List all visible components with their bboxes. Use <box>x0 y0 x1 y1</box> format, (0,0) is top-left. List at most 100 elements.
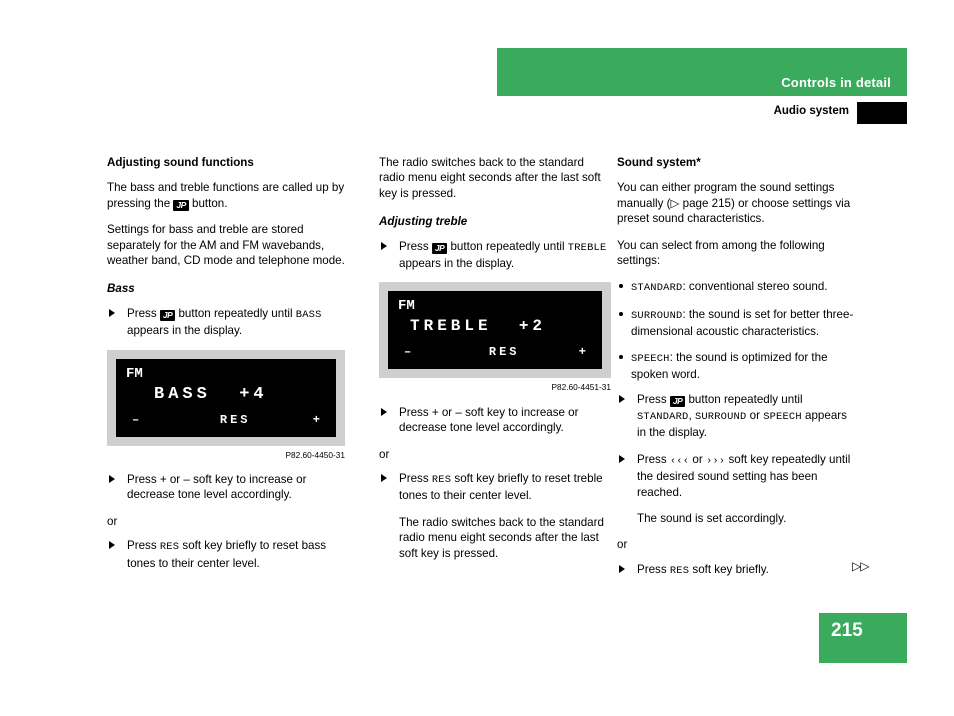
or-separator: or <box>107 514 118 528</box>
text-fragment: button. <box>188 196 228 210</box>
text-fragment: Press <box>127 306 160 320</box>
display-main-text: TREBLE +2 <box>410 317 547 336</box>
subheader-title: Audio system <box>773 105 849 117</box>
column-two: The radio switches back to the standard … <box>379 155 611 572</box>
softkey-res-label: RES <box>219 412 251 427</box>
text-fragment: soft key briefly. <box>689 562 769 576</box>
triangle-bullet-icon <box>619 454 625 463</box>
text-fragment: or <box>166 473 184 487</box>
display-word-bass: BASS <box>295 308 322 321</box>
sound-mode-surround: SURROUND <box>631 309 683 322</box>
step-press-jp-sound: Press JP button repeatedly until STANDAR… <box>617 392 857 440</box>
sound-mode-speech: SPEECH <box>631 352 670 365</box>
softkey-plus-label: + <box>312 412 320 427</box>
paragraph-radio-returns-2: The radio switches back to the standard … <box>399 515 604 560</box>
triangle-bullet-icon <box>109 308 115 317</box>
step-press-jp-treble: Press JP button repeatedly until TREBLE … <box>379 239 611 272</box>
bullet-dot-icon <box>619 311 623 316</box>
jp-button-icon: JP <box>669 396 686 408</box>
softkey-plus-label: + <box>578 345 586 360</box>
softkey-right-arrows: ››› <box>705 454 726 467</box>
text-fragment: or <box>689 452 706 466</box>
softkey-res-label: RES <box>488 345 520 360</box>
or-separator: or <box>379 447 390 461</box>
display-frame: FM BASS +4 – RES + <box>107 349 345 446</box>
text-fragment: button repeatedly until <box>685 393 803 407</box>
jp-button-icon: JP <box>173 199 189 211</box>
triangle-bullet-icon <box>109 475 115 484</box>
softkey-minus-label: – <box>132 412 140 427</box>
softkey-left-arrows: ‹‹‹ <box>669 454 690 467</box>
column-three: Sound system* You can either program the… <box>617 155 857 590</box>
figure-caption: P82.60-4450-31 <box>285 449 345 460</box>
jp-button-icon: JP <box>159 309 176 321</box>
display-word-speech: SPEECH <box>763 410 802 423</box>
text-fragment: Press <box>127 473 160 487</box>
or-separator: or <box>617 538 628 552</box>
paragraph-settings-stored: Settings for bass and treble are stored … <box>107 223 345 268</box>
display-word-res: RES <box>159 541 180 554</box>
display-screen: FM BASS +4 – RES + <box>116 358 336 437</box>
bullet-dot-icon <box>619 284 623 289</box>
step-reset-bass: Press RES soft key briefly to reset bass… <box>107 538 345 571</box>
step-press-res-sound: Press RES soft key briefly. <box>617 562 857 579</box>
paragraph-sound-functions-intro: The bass and treble functions are called… <box>107 180 345 211</box>
plus-symbol: + <box>431 405 439 419</box>
figure-caption: P82.60-4451-31 <box>551 382 611 393</box>
cross-reference-link[interactable]: ▷ page 215 <box>670 197 731 210</box>
display-word-standard: STANDARD <box>637 410 689 423</box>
text-fragment: : conventional stereo sound. <box>682 280 828 294</box>
list-item: SURROUND: the sound is set for better th… <box>617 307 857 340</box>
triangle-bullet-icon <box>381 407 387 416</box>
triangle-bullet-icon <box>109 541 115 550</box>
display-word-res: RES <box>431 474 452 487</box>
text-fragment: or <box>438 405 456 419</box>
heading-adjusting-sound-functions: Adjusting sound functions <box>107 156 254 169</box>
display-word-treble: TREBLE <box>567 241 607 254</box>
step-press-plus-minus-treble: Press + or – soft key to increase or dec… <box>379 405 611 436</box>
text-fragment: Press <box>399 239 432 253</box>
text-fragment: Press <box>637 562 670 576</box>
step-reset-treble: Press RES soft key briefly to reset treb… <box>379 471 611 504</box>
softkey-minus-label: – <box>404 345 412 360</box>
text-fragment: Press <box>399 472 432 486</box>
continued-arrows-icon: ▷▷ <box>852 559 869 573</box>
paragraph-sound-set: The sound is set accordingly. <box>637 511 787 525</box>
paragraph-select-settings: You can select from among the following … <box>617 238 825 268</box>
triangle-bullet-icon <box>381 474 387 483</box>
text-fragment: button repeatedly until <box>175 306 296 320</box>
subheader: Audio system <box>497 102 907 125</box>
section-tab-marker <box>857 102 907 124</box>
header-title: Controls in detail <box>781 75 891 90</box>
text-fragment: Press <box>399 405 432 419</box>
page-number: 215 <box>831 620 863 641</box>
display-word-res: RES <box>669 564 690 577</box>
figure-treble-display: FM TREBLE +2 – RES + P82.60-4451-31 <box>379 282 611 395</box>
paragraph-sound-system-intro: You can either program the sound setting… <box>617 180 857 226</box>
triangle-bullet-icon <box>619 564 625 573</box>
heading-sound-system: Sound system* <box>617 156 701 169</box>
plus-symbol: + <box>159 473 167 487</box>
text-fragment: Press <box>637 452 670 466</box>
display-frame: FM TREBLE +2 – RES + <box>379 282 611 379</box>
display-word-surround: SURROUND <box>694 410 747 423</box>
display-band-label: FM <box>126 365 143 382</box>
triangle-bullet-icon <box>381 241 387 250</box>
list-item: STANDARD: conventional stereo sound. <box>617 279 857 296</box>
display-band-label: FM <box>398 298 415 315</box>
text-fragment: Press <box>637 393 670 407</box>
heading-bass: Bass <box>107 282 135 296</box>
display-screen: FM TREBLE +2 – RES + <box>388 291 602 370</box>
column-one: Adjusting sound functions The bass and t… <box>107 155 345 582</box>
heading-adjusting-treble: Adjusting treble <box>379 215 468 229</box>
step-press-plus-minus-bass: Press + or – soft key to increase or dec… <box>107 472 345 503</box>
display-main-text: BASS +4 <box>154 384 268 404</box>
list-item: SPEECH: the sound is optimized for the s… <box>617 350 857 383</box>
manual-page: Controls in detail Audio system Adjustin… <box>0 0 954 716</box>
text-fragment: button repeatedly until <box>447 239 568 253</box>
text-fragment: Press <box>127 539 160 553</box>
text-fragment: appears in the display. <box>399 257 515 271</box>
figure-bass-display: FM BASS +4 – RES + P82.60-4450-31 <box>107 349 345 463</box>
paragraph-radio-returns-1: The radio switches back to the standard … <box>379 156 601 200</box>
jp-button-icon: JP <box>431 242 448 254</box>
